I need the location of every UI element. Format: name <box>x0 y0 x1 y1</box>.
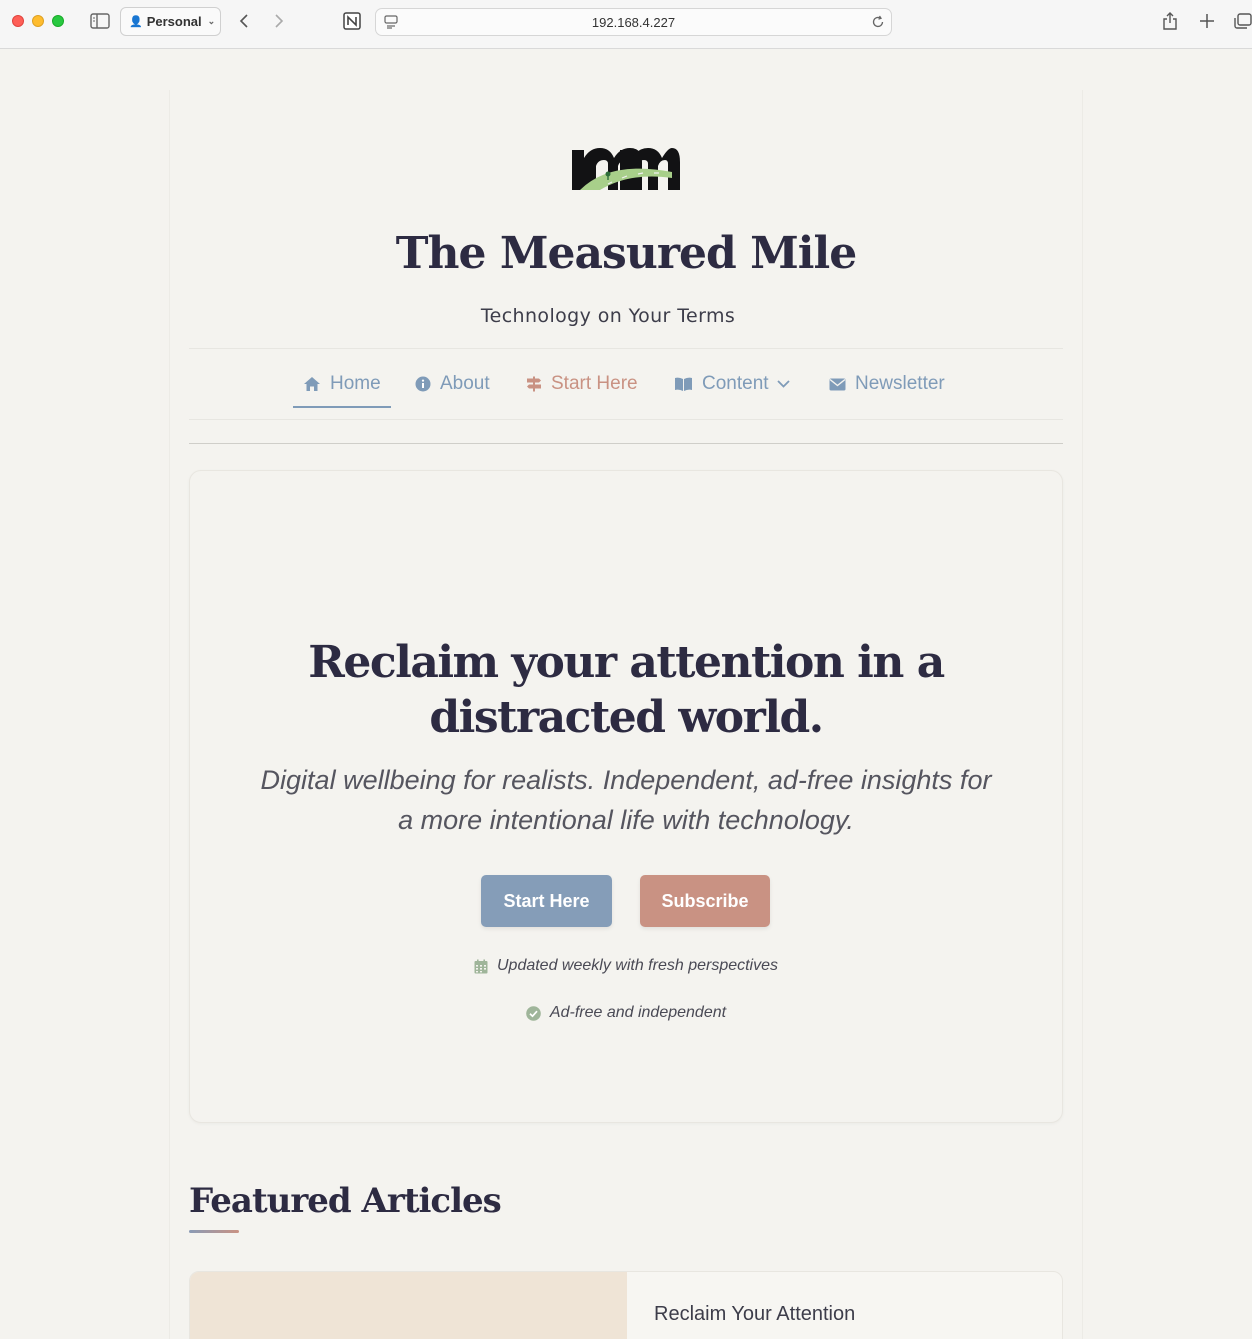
featured-articles-heading: Featured Articles <box>189 1181 502 1221</box>
nav-divider-top <box>189 348 1063 349</box>
nav-home[interactable]: Home <box>293 370 391 408</box>
nav-newsletter-label: Newsletter <box>855 373 945 394</box>
hero-title-line-1: Reclaim your attention in a <box>308 637 945 688</box>
url-text: 192.168.4.227 <box>591 14 676 30</box>
site-logo[interactable] <box>570 138 682 193</box>
nav-newsletter[interactable]: Newsletter <box>829 370 945 398</box>
reload-icon[interactable] <box>871 15 885 29</box>
share-icon[interactable] <box>1161 11 1179 31</box>
chevron-down-icon: ⌄ <box>207 16 216 26</box>
nav-start-here-label: Start Here <box>551 373 638 394</box>
home-icon <box>303 376 321 392</box>
zoom-window-button[interactable] <box>52 15 64 27</box>
profile-label: Personal <box>146 14 202 29</box>
article-card[interactable] <box>189 1271 1063 1339</box>
envelope-icon <box>829 378 846 391</box>
site-tagline: Technology on Your Terms <box>480 305 736 327</box>
article-image[interactable] <box>190 1272 627 1339</box>
site-title[interactable]: The Measured Mile <box>0 228 1252 279</box>
forward-icon[interactable] <box>271 12 287 30</box>
start-here-button[interactable]: Start Here <box>481 875 612 927</box>
info-circle-icon <box>415 376 431 392</box>
article-title[interactable]: Reclaim Your Attention <box>654 1303 855 1326</box>
subscribe-button[interactable]: Subscribe <box>640 875 770 927</box>
check-circle-icon <box>526 1005 541 1021</box>
nav-content[interactable]: Content <box>674 370 790 398</box>
signpost-icon <box>526 376 542 392</box>
close-window-button[interactable] <box>12 15 24 27</box>
nav-content-label: Content <box>702 373 769 394</box>
feature-updated-weekly: Updated weekly with fresh perspectives <box>0 957 1252 975</box>
sidebar-toggle-icon[interactable] <box>90 12 110 30</box>
hero-title-line-2: distracted world. <box>429 692 824 743</box>
hero-subtitle-line-1: Digital wellbeing for realists. Independ… <box>260 765 992 795</box>
nav-about-label: About <box>440 373 490 394</box>
feature-ad-free-text: Ad-free and independent <box>549 1004 727 1021</box>
tab-overview-icon[interactable] <box>1234 12 1252 30</box>
minimize-window-button[interactable] <box>32 15 44 27</box>
hero-subtitle: Digital wellbeing for realists. Independ… <box>260 760 992 840</box>
chevron-down-icon <box>776 380 790 388</box>
nav-about[interactable]: About <box>415 370 490 398</box>
heading-underline <box>189 1230 239 1233</box>
browser-toolbar: 👤 Personal ⌄ 192.168.4.227 <box>0 0 1252 49</box>
page-settings-icon[interactable] <box>384 15 398 29</box>
nav-divider-bottom <box>189 419 1063 420</box>
notion-extension-icon[interactable] <box>342 11 362 31</box>
hero-title: Reclaim your attention in a distracted w… <box>0 635 1252 745</box>
calendar-icon <box>474 959 488 974</box>
header-divider <box>189 443 1063 444</box>
back-icon[interactable] <box>236 12 252 30</box>
nav-start-here[interactable]: Start Here <box>526 370 638 398</box>
nav-home-label: Home <box>330 373 381 394</box>
profile-selector[interactable]: 👤 Personal ⌄ <box>120 7 221 36</box>
address-bar[interactable]: 192.168.4.227 <box>375 8 892 36</box>
hero-subtitle-line-2: a more intentional life with technology. <box>398 805 854 835</box>
open-book-icon <box>674 376 693 392</box>
feature-ad-free: Ad-free and independent <box>0 1004 1252 1022</box>
person-icon: 👤 <box>129 16 143 28</box>
feature-updated-weekly-text: Updated weekly with fresh perspectives <box>496 957 779 974</box>
new-tab-icon[interactable] <box>1198 12 1216 30</box>
